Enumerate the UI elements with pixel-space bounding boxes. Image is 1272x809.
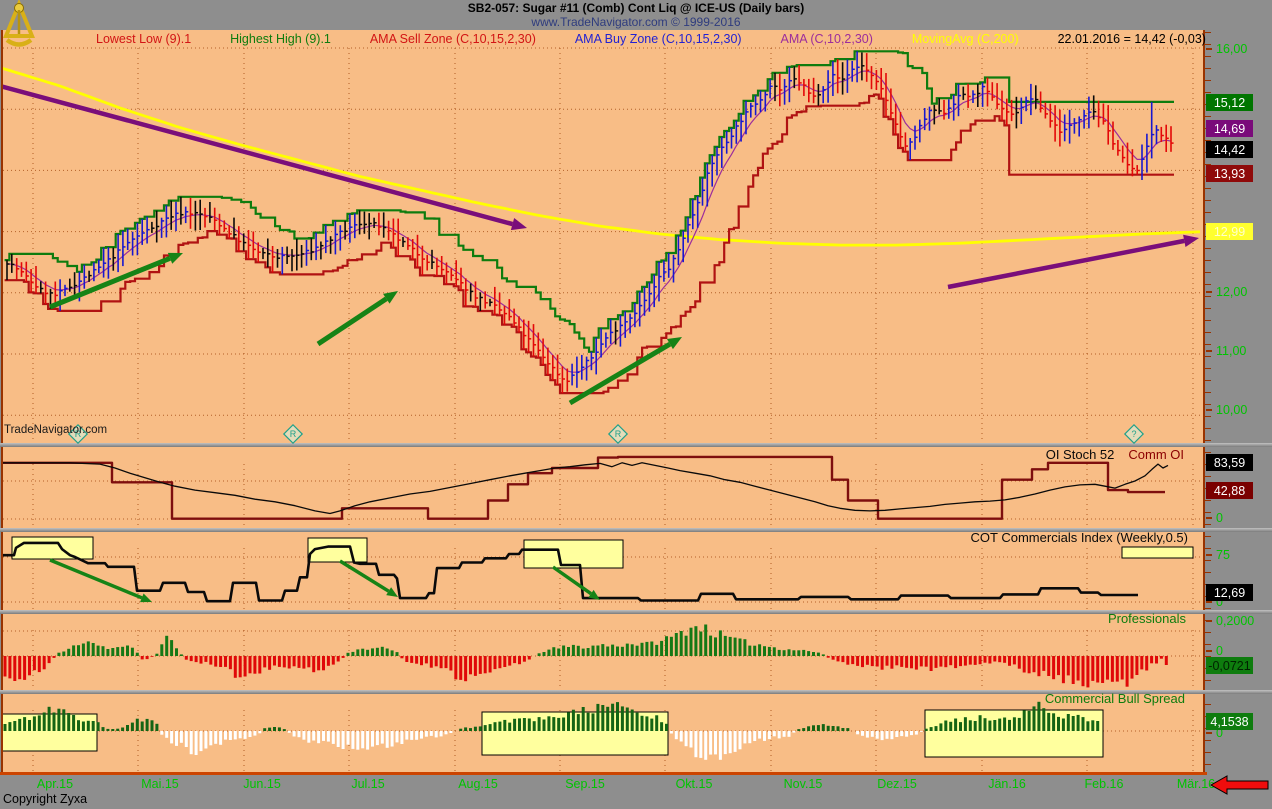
rollover-marker[interactable]: R [284, 425, 302, 443]
pane-title: Commercial Bull Spread [1045, 691, 1185, 706]
rollover-marker[interactable]: ? [1125, 425, 1143, 443]
scroll-left-arrow-icon[interactable] [1211, 776, 1268, 794]
price-value-box: 13,93 [1206, 165, 1253, 182]
pane-title: OI Stoch 52 Comm OI [1046, 447, 1184, 462]
axis-label: 16,00 [1206, 42, 1247, 56]
legend-item: 22.01.2016 = 14,42 (-0,03) [1058, 32, 1206, 46]
pane-title-label: Professionals [1108, 611, 1186, 626]
svg-text:R: R [615, 429, 622, 439]
legend-item: Highest High (9).1 [230, 32, 331, 46]
series-comm-oi [3, 457, 1165, 519]
price-value-box: 14,69 [1206, 120, 1253, 137]
axis-label: 10,00 [1206, 403, 1247, 417]
chart-canvas[interactable]: RRR? [0, 0, 1272, 809]
cot-commercials-pane [3, 537, 1193, 602]
svg-text:?: ? [1131, 429, 1136, 439]
purple-trend-arrows [0, 86, 1199, 287]
price-value-box: 15,12 [1206, 94, 1253, 111]
legend-item: MovingAvg (C,200) [912, 32, 1019, 46]
oi-stoch-pane [3, 457, 1168, 519]
highlight-box [12, 537, 93, 559]
pane-title-label: COT Commercials Index (Weekly,0.5) [971, 530, 1188, 545]
price-value-box: 14,42 [1206, 141, 1253, 158]
price-value-box: -0,0721 [1206, 657, 1253, 674]
axis-label: 12,00 [1206, 285, 1247, 299]
pane-title: COT Commercials Index (Weekly,0.5) [971, 530, 1188, 545]
axis-label: 75 [1206, 548, 1230, 562]
application-window: SB2-057: Sugar #11 (Comb) Cont Liq @ ICE… [0, 0, 1272, 809]
highlight-box [482, 712, 668, 755]
price-value-box: 4,1538 [1206, 713, 1253, 730]
price-value-box: 42,88 [1206, 482, 1253, 499]
svg-text:R: R [290, 429, 297, 439]
series-oi-stoch-52 [3, 463, 1168, 514]
axis-label: 11,00 [1206, 344, 1246, 358]
pane-title: Professionals [1108, 611, 1186, 626]
indicator-legend: Lowest Low (9).1 Highest High (9).1 AMA Se… [96, 32, 1206, 46]
price-value-box: 12,69 [1206, 584, 1253, 601]
legend-item: AMA (C,10,2,30) [781, 32, 873, 46]
axis-label: 0,2000 [1206, 614, 1254, 628]
highlight-box [925, 710, 1103, 757]
highest-high-line [5, 51, 1174, 352]
price-value-box: 83,59 [1206, 454, 1253, 471]
pane-title-label: Comm OI [1128, 447, 1184, 462]
legend-item: AMA Buy Zone (C,10,15,2,30) [575, 32, 742, 46]
watermark: TradeNavigator.com [4, 424, 107, 436]
pane-title-label: OI Stoch 52 [1046, 447, 1115, 462]
price-value-box: 12,99 [1206, 223, 1253, 240]
rollover-marker[interactable]: R [609, 425, 627, 443]
axis-label: 0 [1206, 511, 1223, 525]
pane-title-label: Commercial Bull Spread [1045, 691, 1185, 706]
axis-label: 0 [1206, 644, 1223, 658]
legend-item: AMA Sell Zone (C,10,15,2,30) [370, 32, 536, 46]
professionals-histogram [4, 625, 1168, 688]
highlight-box [1122, 547, 1193, 558]
legend-item: Lowest Low (9).1 [96, 32, 191, 46]
price-bars [7, 51, 1174, 393]
price-pane [0, 51, 1200, 403]
trade-navigator-logo-icon [2, 0, 36, 48]
